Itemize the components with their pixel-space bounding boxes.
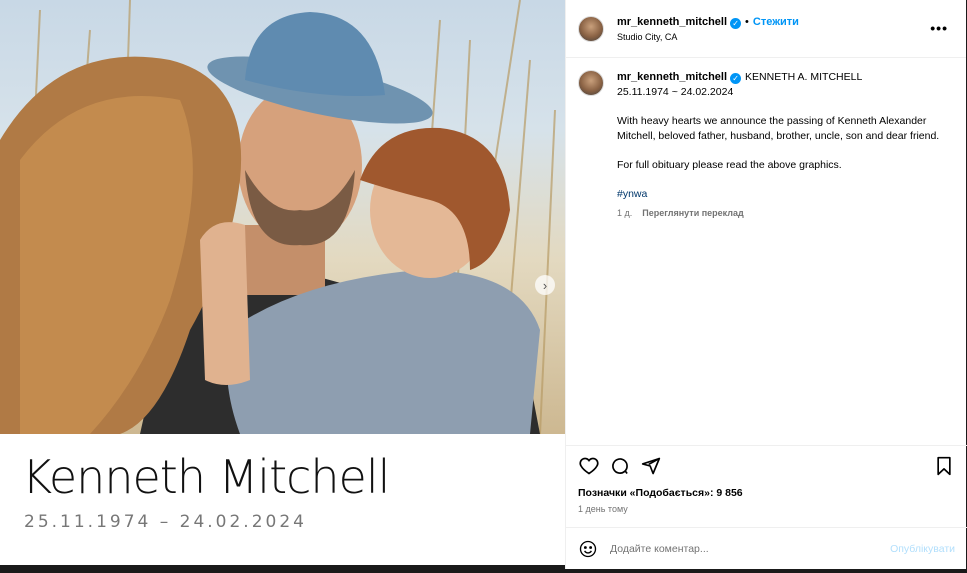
caption-dates: 25.11.1974 ~ 24.02.2024 bbox=[617, 86, 734, 98]
follow-button[interactable]: Стежити bbox=[753, 16, 799, 28]
caption-age: 1 д. bbox=[617, 208, 633, 218]
chevron-right-icon: › bbox=[542, 277, 548, 293]
verified-badge-icon: ✓ bbox=[730, 17, 742, 29]
media-caption-area: Kenneth Mitchell 25.11.1974 – 24.02.2024 bbox=[0, 434, 565, 565]
post-time: 1 день тому bbox=[578, 504, 628, 514]
add-comment-bar: Опублікувати bbox=[566, 527, 967, 569]
caption-comment: mr_kenneth_mitchell ✓ KENNETH A. MITCHELL … bbox=[578, 70, 954, 221]
avatar[interactable] bbox=[578, 15, 604, 42]
post-side-panel: mr_kenneth_mitchell ✓ • Стежити Studio City… bbox=[565, 0, 967, 569]
caption-username-link[interactable]: mr_kenneth_mitchell bbox=[617, 71, 727, 83]
next-slide-button[interactable]: › bbox=[535, 275, 555, 295]
location-link[interactable]: Studio City, CA bbox=[617, 30, 799, 45]
share-icon[interactable] bbox=[640, 455, 662, 477]
avatar[interactable] bbox=[578, 70, 604, 96]
family-photo: › bbox=[0, 0, 565, 434]
post-modal: › Kenneth Mitchell 25.11.1974 – 24.02.20… bbox=[0, 0, 967, 573]
caption-paragraph: For full obituary please read the above … bbox=[617, 159, 842, 171]
more-options-icon[interactable]: ••• bbox=[930, 20, 948, 36]
memorial-name: Kenneth Mitchell bbox=[22, 450, 390, 504]
username-link[interactable]: mr_kenneth_mitchell bbox=[617, 16, 727, 28]
comment-icon[interactable] bbox=[609, 455, 631, 477]
bookmark-icon[interactable] bbox=[933, 455, 955, 477]
caption-title: KENNETH A. MITCHELL bbox=[745, 71, 863, 83]
hashtag-link[interactable]: #ynwa bbox=[617, 187, 947, 202]
header-text: mr_kenneth_mitchell ✓ • Стежити Studio City… bbox=[617, 13, 799, 45]
post-header: mr_kenneth_mitchell ✓ • Стежити Studio City… bbox=[566, 0, 966, 58]
likes-count[interactable]: Позначки «Подобається»: 9 856 bbox=[578, 487, 955, 499]
caption-body: mr_kenneth_mitchell ✓ KENNETH A. MITCHELL … bbox=[617, 70, 947, 221]
photo-illustration bbox=[0, 0, 556, 434]
memorial-dates: 25.11.1974 – 24.02.2024 bbox=[24, 512, 307, 532]
caption-meta: 1 д. Переглянути переклад bbox=[617, 206, 947, 221]
comment-input[interactable] bbox=[610, 542, 860, 555]
verified-badge-icon: ✓ bbox=[730, 73, 742, 84]
see-translation-button[interactable]: Переглянути переклад bbox=[642, 208, 743, 218]
separator-dot: • bbox=[745, 15, 749, 28]
post-actions: Позначки «Подобається»: 9 856 1 день том… bbox=[566, 445, 967, 514]
emoji-icon[interactable] bbox=[578, 539, 598, 559]
heart-icon[interactable] bbox=[578, 455, 600, 477]
action-icons bbox=[578, 455, 955, 477]
comments-area: mr_kenneth_mitchell ✓ KENNETH A. MITCHELL … bbox=[566, 58, 966, 443]
publish-button[interactable]: Опублікувати bbox=[890, 543, 955, 555]
post-media[interactable]: › Kenneth Mitchell 25.11.1974 – 24.02.20… bbox=[0, 0, 565, 565]
caption-paragraph: With heavy hearts we announce the passin… bbox=[617, 115, 940, 142]
